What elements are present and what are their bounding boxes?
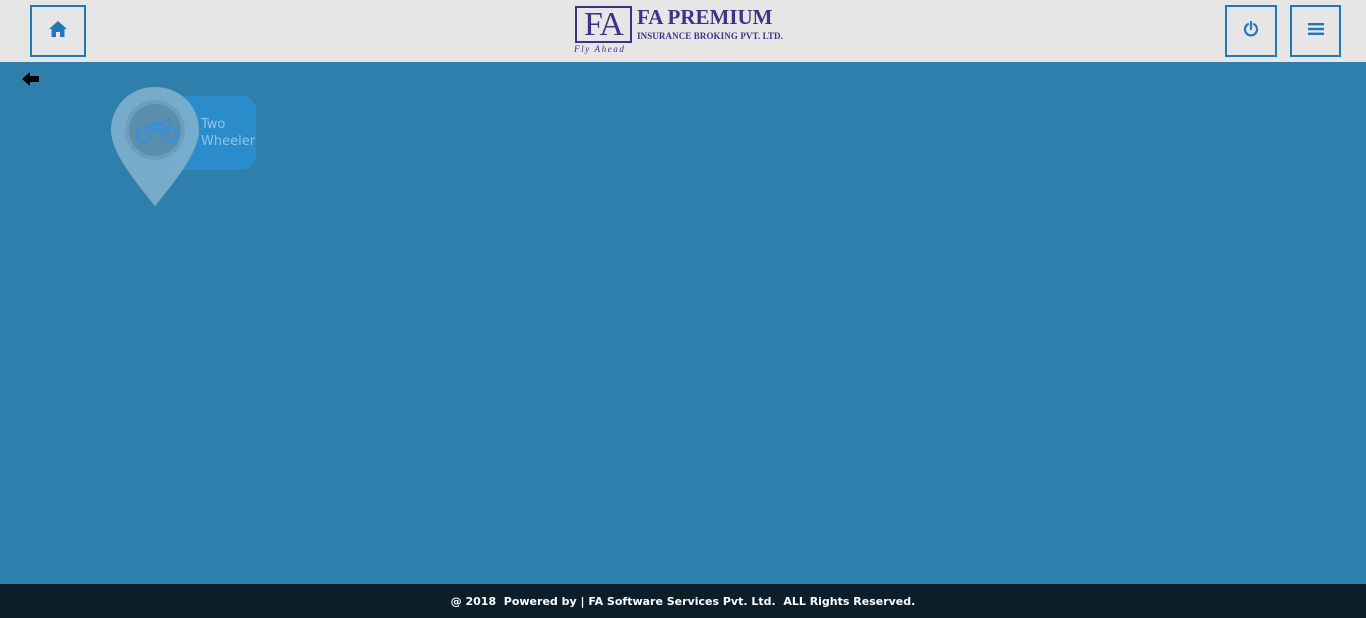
arrow-left-icon — [22, 72, 40, 91]
tile-label: Two Wheeler — [201, 116, 261, 150]
home-icon — [49, 20, 67, 42]
logout-button[interactable] — [1225, 5, 1277, 57]
map-pin-icon — [111, 87, 199, 206]
logo-tagline: Fly Ahead — [574, 44, 626, 54]
footer: @ 2018 Powered by | FA Software Services… — [0, 584, 1366, 618]
hamburger-menu-icon — [1307, 22, 1324, 41]
logo-subtitle: INSURANCE BROKING PVT. LTD. — [637, 31, 783, 41]
power-icon — [1243, 20, 1259, 42]
top-header: FA FA PREMIUM INSURANCE BROKING PVT. LTD… — [0, 0, 1366, 62]
footer-copyright: @ 2018 Powered by | FA Software Services… — [450, 594, 916, 608]
back-button[interactable] — [22, 71, 40, 87]
menu-button[interactable] — [1290, 5, 1341, 57]
motorcycle-icon — [134, 115, 180, 145]
logo-title: FA PREMIUM — [637, 5, 773, 29]
company-logo: FA FA PREMIUM INSURANCE BROKING PVT. LTD… — [573, 6, 795, 56]
tile-label-line1: Two — [201, 117, 226, 132]
tile-label-line2: Wheeler — [201, 134, 256, 149]
logo-mark: FA — [575, 6, 632, 43]
two-wheeler-tile[interactable]: Two Wheeler — [110, 86, 256, 208]
home-button[interactable] — [30, 5, 86, 57]
